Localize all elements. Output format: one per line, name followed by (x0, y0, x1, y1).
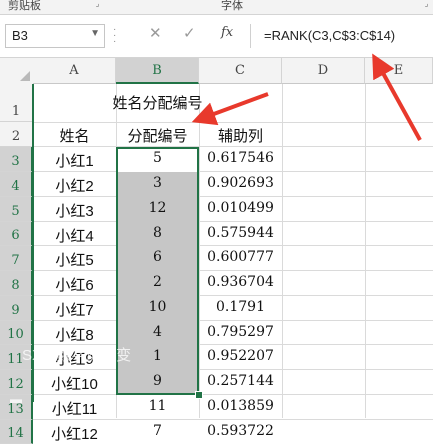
gridline (33, 419, 433, 420)
helper-cell[interactable]: 0.593722 (199, 423, 282, 439)
annotation-arrows (191, 53, 422, 141)
name-cell[interactable]: 小红12 (33, 423, 116, 444)
number-cell[interactable]: 7 (116, 423, 199, 439)
arrow-to-formula (372, 53, 422, 141)
row-header-14[interactable]: 14 (0, 420, 33, 444)
arrow-to-header (191, 92, 269, 126)
